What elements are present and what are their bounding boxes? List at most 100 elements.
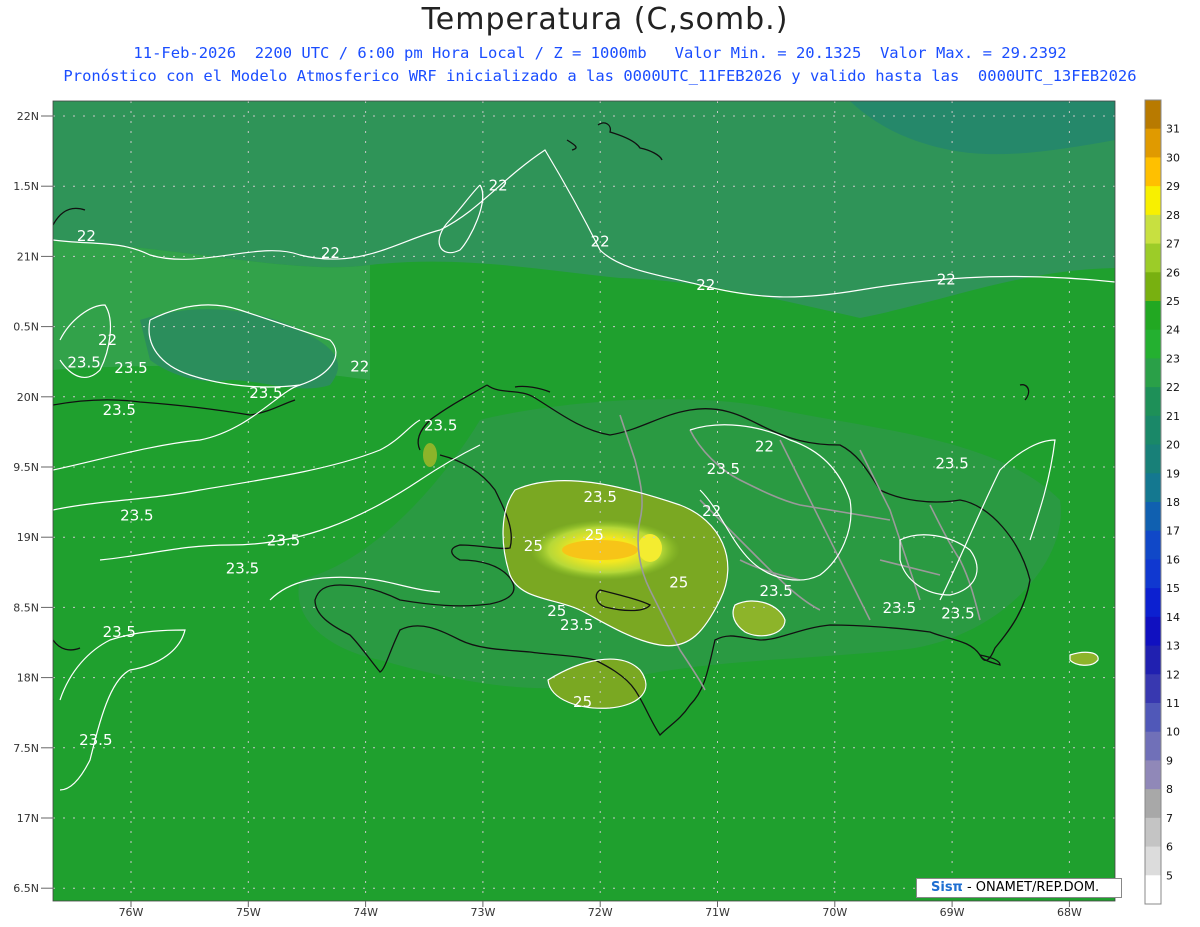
sispi-logo: Sisπ — [931, 880, 963, 895]
colorbar-label: 13 — [1166, 640, 1180, 653]
contour-label: 22 — [350, 358, 369, 376]
temperature-map: 22 22 22 22 22 22 22 22 22 22 23.5 23.5 23.5 23.5 23.5… — [13, 99, 1180, 919]
colorbar-label: 29 — [1166, 180, 1180, 193]
colorbar-label: 5 — [1166, 869, 1173, 882]
contour-label: 22 — [937, 270, 956, 288]
colorbar-swatch — [1145, 817, 1161, 848]
colorbar-swatch — [1145, 674, 1161, 704]
contour-label: 23.5 — [759, 582, 792, 600]
colorbar-swatch — [1145, 559, 1161, 589]
longitude-axis: 76W 75W 74W 73W 72W 71W 70W 69W 68W — [119, 901, 1082, 919]
colorbar-label: 6 — [1166, 841, 1173, 854]
lat-tick-label: 18N — [17, 672, 39, 685]
colorbar-label: 18 — [1166, 496, 1180, 509]
colorbar-swatch — [1145, 703, 1161, 733]
contour-label: 23.5 — [79, 731, 112, 749]
lon-tick-label: 74W — [353, 906, 378, 919]
lon-tick-label: 71W — [705, 906, 730, 919]
colorbar-label: 16 — [1166, 553, 1180, 566]
colorbar-swatch — [1145, 387, 1161, 417]
colorbar-label: 14 — [1166, 611, 1180, 624]
colorbar-label: 9 — [1166, 754, 1173, 767]
contour-label: 23.5 — [103, 401, 136, 419]
contour-label: 23.5 — [583, 488, 616, 506]
colorbar-swatch — [1145, 214, 1161, 245]
colorbar-label: 28 — [1166, 209, 1180, 222]
colorbar-swatch — [1145, 301, 1161, 331]
colorbar-label: 27 — [1166, 238, 1180, 251]
colorbar-swatch — [1145, 473, 1161, 503]
colorbar-swatch — [1145, 530, 1161, 560]
colorbar-swatch — [1145, 329, 1161, 359]
colorbar-label: 15 — [1166, 582, 1180, 595]
lon-tick-label: 70W — [822, 906, 847, 919]
colorbar-swatch — [1145, 502, 1161, 532]
colorbar-swatch — [1145, 415, 1161, 446]
lon-tick-label: 76W — [119, 906, 144, 919]
colorbar-label: 21 — [1166, 410, 1180, 423]
contour-label: 23.5 — [883, 599, 916, 617]
lat-tick-label: 17N — [17, 812, 39, 825]
credit-text: - ONAMET/REP.DOM. — [962, 880, 1100, 895]
contour-label: 22 — [489, 176, 508, 194]
colorbar: 31 30 29 28 27 26 25 24 23 22 21 20 19 18 17 16 15 14 13 12… — [1144, 99, 1180, 905]
contour-label: 23.5 — [424, 416, 457, 434]
lat-tick-label: 6.5N — [13, 882, 39, 895]
colorbar-swatch — [1145, 616, 1161, 647]
colorbar-swatch — [1145, 358, 1161, 388]
colorbar-label: 20 — [1166, 439, 1180, 452]
contour-label: 22 — [591, 233, 610, 251]
colorbar-swatch — [1145, 272, 1161, 302]
contour-label: 25 — [573, 693, 592, 711]
colorbar-label: 25 — [1166, 295, 1180, 308]
lat-tick-label: 21N — [17, 250, 39, 263]
lon-tick-label: 72W — [588, 906, 613, 919]
colorbar-swatch — [1145, 128, 1161, 158]
contour-label: 22 — [696, 276, 715, 294]
colorbar-label: 8 — [1166, 783, 1173, 796]
contour-label: 23.5 — [707, 460, 740, 478]
colorbar-swatch — [1145, 731, 1161, 761]
contour-label: 23.5 — [267, 532, 300, 550]
lon-tick-label: 75W — [236, 906, 261, 919]
colorbar-label: 12 — [1166, 668, 1180, 681]
colorbar-swatch — [1145, 243, 1161, 273]
lon-tick-label: 73W — [470, 906, 495, 919]
colorbar-label: 11 — [1166, 697, 1180, 710]
colorbar-swatch — [1145, 444, 1161, 474]
colorbar-swatch — [1145, 875, 1161, 905]
lat-tick-label: 0.5N — [13, 321, 39, 334]
colorbar-swatch — [1145, 645, 1161, 675]
colorbar-swatch — [1145, 157, 1161, 187]
contour-label: 25 — [669, 574, 688, 592]
colorbar-swatch — [1145, 760, 1161, 790]
colorbar-label: 30 — [1166, 151, 1180, 164]
colorbar-label: 31 — [1166, 123, 1180, 136]
contour-label: 23.5 — [941, 605, 974, 623]
lat-tick-label: 7.5N — [13, 742, 39, 755]
colorbar-swatch — [1145, 789, 1161, 819]
contour-label: 22 — [755, 438, 774, 456]
lat-tick-label: 9.5N — [13, 461, 39, 474]
colorbar-label: 23 — [1166, 352, 1180, 365]
colorbar-label: 22 — [1166, 381, 1180, 394]
colorbar-label: 17 — [1166, 525, 1180, 538]
contour-label: 23.5 — [114, 359, 147, 377]
colorbar-label: 24 — [1166, 324, 1180, 337]
colorbar-swatch — [1145, 186, 1161, 216]
contour-label: 22 — [77, 227, 96, 245]
contour-label: 23.5 — [67, 353, 100, 371]
lon-tick-label: 69W — [940, 906, 965, 919]
colorbar-swatch — [1145, 100, 1161, 130]
lat-tick-label: 8.5N — [13, 601, 39, 614]
lon-tick-label: 68W — [1057, 906, 1082, 919]
contour-label: 22 — [702, 502, 721, 520]
contour-label: 23.5 — [935, 454, 968, 472]
lat-tick-label: 20N — [17, 391, 39, 404]
contour-label: 25 — [547, 602, 566, 620]
contour-label: 23.5 — [226, 560, 259, 578]
lat-tick-label: 1.5N — [13, 180, 39, 193]
contour-label: 22 — [98, 331, 117, 349]
colorbar-swatch — [1145, 588, 1161, 618]
colorbar-label: 10 — [1166, 726, 1180, 739]
